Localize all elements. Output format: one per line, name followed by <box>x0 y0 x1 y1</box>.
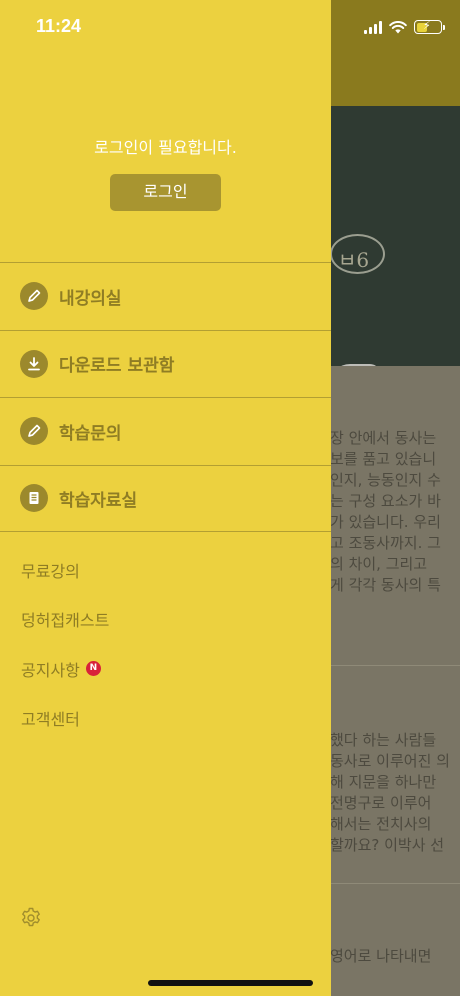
background-divider <box>330 665 460 666</box>
wifi-icon <box>389 20 407 33</box>
side-drawer: 로그인이 필요합니다. 로그인 내강의실 다운로드 보관함 학습문의 학습자료실 <box>0 0 331 996</box>
menu-item-podcast[interactable]: 덩허접캐스트 <box>21 595 321 645</box>
menu-item-study-materials[interactable]: 학습자료실 <box>0 464 331 532</box>
menu-item-customer-center[interactable]: 고객센터 <box>21 694 321 744</box>
background-paragraph-3: 영어로 나타내면 <box>330 947 432 965</box>
menu-item-my-classroom[interactable]: 내강의실 <box>0 262 331 330</box>
download-icon <box>20 349 48 378</box>
chalk-text: ㅂ6 <box>338 248 370 272</box>
gear-icon[interactable] <box>19 906 43 930</box>
menu-item-label: 내강의실 <box>59 288 122 309</box>
background-paragraph-1: 장 안에서 동사는 보를 품고 있습니 인지, 능동인지 수 는 구성 요소가 … <box>330 429 441 594</box>
menu-item-free-lectures[interactable]: 무료강의 <box>21 545 321 595</box>
menu-item-label: 무료강의 <box>21 561 80 581</box>
new-badge: N <box>85 661 101 677</box>
login-button[interactable]: 로그인 <box>110 174 221 211</box>
status-icons: ⚡ <box>364 19 445 34</box>
menu-item-label: 학습문의 <box>59 423 122 444</box>
home-indicator <box>148 980 313 986</box>
document-icon <box>20 484 48 513</box>
menu-item-label: 공지사항 <box>21 660 80 680</box>
background-divider <box>330 883 460 884</box>
pencil-icon <box>20 417 48 446</box>
main-menu: 내강의실 다운로드 보관함 학습문의 학습자료실 <box>0 262 331 532</box>
battery-icon: ⚡ <box>414 19 445 34</box>
menu-item-label: 덩허접캐스트 <box>21 611 110 631</box>
cellular-signal-icon <box>364 20 382 34</box>
secondary-menu: 무료강의 덩허접캐스트 공지사항 N 고객센터 <box>21 545 321 743</box>
menu-item-label: 학습자료실 <box>59 490 138 511</box>
background-paragraph-2: 했다 하는 사람들 동사로 이루어진 의 해 지문을 하나만 전명구로 이루어 … <box>330 731 450 854</box>
menu-item-study-inquiry[interactable]: 학습문의 <box>0 397 331 465</box>
menu-item-download-storage[interactable]: 다운로드 보관함 <box>0 329 331 398</box>
pencil-icon <box>20 282 48 311</box>
login-required-message: 로그인이 필요합니다. <box>94 138 237 157</box>
menu-item-notices[interactable]: 공지사항 N <box>21 644 321 694</box>
lecturer-figure <box>330 364 380 366</box>
status-time: 11:24 <box>36 16 82 36</box>
menu-item-label: 고객센터 <box>21 710 80 730</box>
menu-item-label: 다운로드 보관함 <box>59 356 175 377</box>
status-bar: 11:24 ⚡ <box>0 0 460 54</box>
